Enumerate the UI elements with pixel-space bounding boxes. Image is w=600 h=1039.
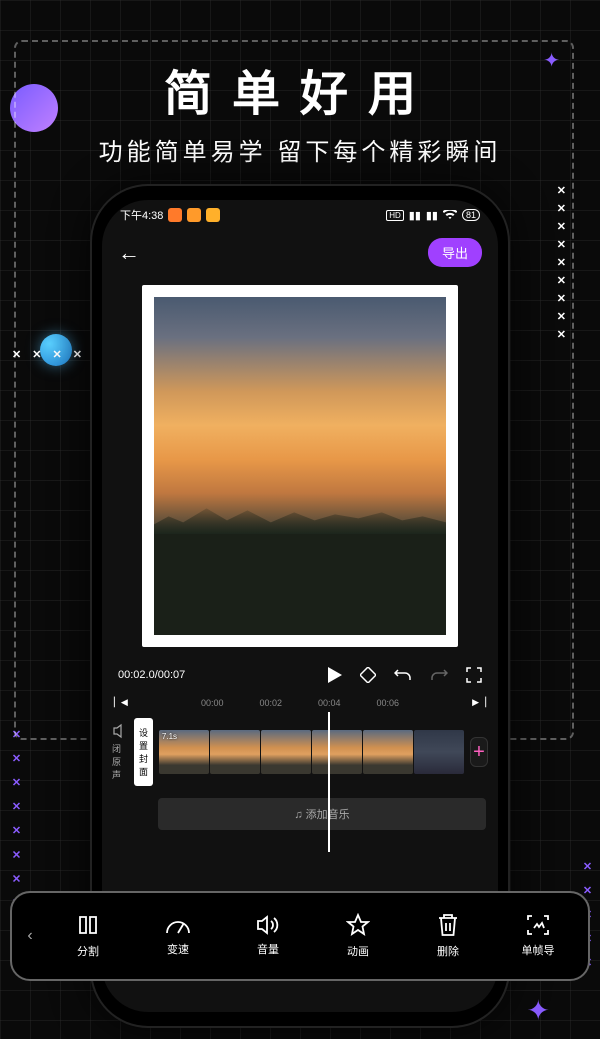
redo-button[interactable]: [430, 668, 448, 682]
hero-subtitle: 功能简单易学 留下每个精彩瞬间: [0, 132, 600, 167]
clip-thumbnail[interactable]: [312, 730, 362, 774]
clip-track[interactable]: 7.1s: [159, 730, 464, 774]
star-icon: [346, 913, 370, 937]
frame-icon: [526, 914, 550, 936]
timeline-start-button[interactable]: ▏◀: [114, 697, 128, 708]
mute-icon[interactable]: [112, 723, 128, 739]
speed-tool[interactable]: 变速: [134, 915, 222, 957]
split-tool[interactable]: 分割: [44, 913, 132, 959]
sparkle-icon: ✦: [527, 994, 550, 1027]
play-button[interactable]: [328, 667, 342, 683]
back-button[interactable]: ←: [118, 240, 140, 266]
clip-thumbnail[interactable]: [363, 730, 413, 774]
app-icon: [168, 208, 182, 222]
time-tick: 00:02: [259, 698, 282, 708]
clip-thumbnail[interactable]: 7.1s: [159, 730, 209, 774]
wifi-icon: [443, 210, 457, 220]
mute-label: 闭原声: [112, 742, 128, 781]
playback-time: 00:02.0/00:07: [118, 669, 185, 681]
volume-tool[interactable]: 音量: [224, 915, 312, 957]
signal-icon: ▮▮: [426, 209, 438, 222]
split-icon: [76, 913, 100, 937]
undo-button[interactable]: [394, 668, 412, 682]
hero-title: 简单好用: [0, 54, 600, 124]
add-clip-button[interactable]: +: [470, 737, 488, 767]
trash-icon: [437, 913, 459, 937]
gauge-icon: [165, 915, 191, 935]
video-preview[interactable]: [142, 285, 458, 647]
time-tick: 00:04: [318, 698, 341, 708]
clip-thumbnail[interactable]: [210, 730, 260, 774]
diamond-icon[interactable]: [360, 667, 376, 683]
set-cover-button[interactable]: 设置封面: [134, 718, 153, 786]
add-music-button[interactable]: ♫ 添加音乐: [158, 798, 486, 830]
status-time: 下午4:38: [120, 207, 163, 223]
delete-tool[interactable]: 删除: [404, 913, 492, 959]
export-button[interactable]: 导出: [428, 238, 482, 267]
signal-icon: ▮▮: [409, 209, 421, 222]
edit-toolbar: ‹ 分割 变速 音量 动画 删除 单帧导: [10, 891, 590, 981]
app-icon: [187, 208, 201, 222]
volume-icon: [256, 915, 280, 935]
time-tick: 00:06: [377, 698, 400, 708]
status-bar: 下午4:38 HD ▮▮ ▮▮ 81: [102, 200, 498, 230]
frame-export-tool[interactable]: 单帧导: [494, 914, 582, 958]
battery-icon: 81: [462, 209, 480, 221]
app-icon: [206, 208, 220, 222]
clip-thumbnail[interactable]: [261, 730, 311, 774]
preview-image: [154, 297, 446, 635]
animation-tool[interactable]: 动画: [314, 913, 402, 959]
timeline-end-button[interactable]: ▶▕: [472, 697, 486, 708]
toolbar-back-button[interactable]: ‹: [18, 927, 42, 945]
hd-icon: HD: [386, 210, 404, 221]
time-tick: 00:00: [201, 698, 224, 708]
playhead[interactable]: [328, 712, 330, 852]
fullscreen-button[interactable]: [466, 667, 482, 683]
clip-thumbnail[interactable]: [414, 730, 464, 774]
